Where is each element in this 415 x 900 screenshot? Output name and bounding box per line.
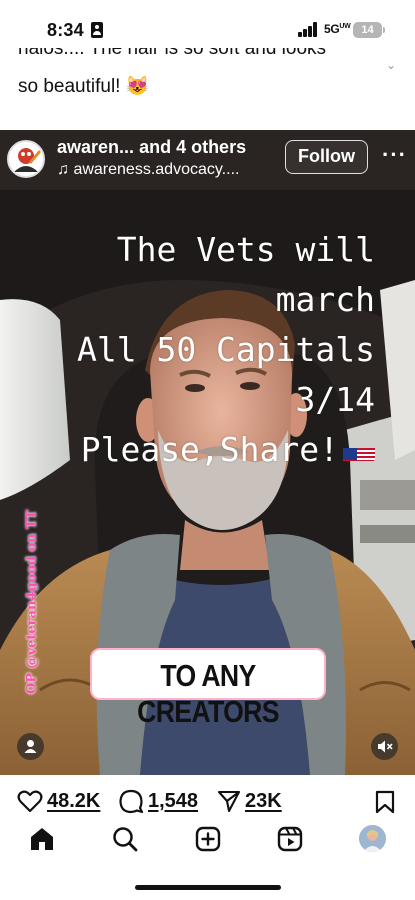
like-count[interactable]: 48.2K (47, 790, 100, 813)
tab-create[interactable] (194, 825, 222, 853)
overlay-line-5-text: Please,Share! (80, 430, 339, 469)
overlay-line-1: The Vets will (116, 230, 375, 269)
caption-sticker: TO ANY CREATORS (90, 648, 326, 729)
caption-top-line: halos.... The hair is so soft and looks (18, 48, 368, 72)
caption-sticker-part-1: TO ANY (160, 658, 256, 693)
tiktok-watermark: OP @veteran4good on TT (22, 482, 42, 722)
status-bar: 8:34 5GUW 14 (0, 0, 415, 52)
comment-icon[interactable] (118, 789, 144, 814)
battery-icon: 14 (353, 22, 382, 38)
search-icon[interactable] (111, 825, 139, 853)
share-action[interactable]: 23K (217, 788, 282, 814)
tab-search[interactable] (111, 825, 139, 853)
home-icon[interactable] (28, 825, 56, 853)
caption-text-partial: halos.... The hair is so soft and looks (18, 48, 327, 59)
network-label: 5G (324, 22, 340, 36)
reels-icon[interactable] (276, 825, 304, 853)
reel-header: awaren... and 4 others ♫ awareness.advoc… (0, 130, 415, 190)
watermark-text: OP @veteran4good on TT (24, 509, 40, 695)
focus-person-icon (91, 22, 103, 38)
speaker-muted-icon (378, 740, 393, 753)
heart-icon[interactable] (17, 789, 43, 813)
signal-icon (298, 22, 318, 37)
comment-action[interactable]: 1,548 (118, 788, 198, 814)
music-note-icon: ♫ (57, 161, 69, 178)
collaborators-link[interactable]: and 4 others (139, 137, 246, 157)
chevron-down-icon[interactable]: ⌄ (386, 58, 396, 72)
network-sup: UW (339, 23, 351, 30)
audio-line[interactable]: ♫ awareness.advocacy.... (57, 161, 239, 179)
bottom-tab-bar (0, 815, 415, 900)
send-icon[interactable] (217, 789, 241, 813)
battery-tip (383, 27, 385, 33)
reel-video[interactable]: awaren... and 4 others ♫ awareness.advoc… (0, 130, 415, 775)
author-line[interactable]: awaren... and 4 others (57, 137, 246, 158)
profile-photo (359, 825, 386, 852)
caption-text: so beautiful! 😻 (18, 76, 150, 97)
caption-sticker-text: TO ANY CREATORS (108, 658, 308, 730)
author-avatar-image (9, 142, 43, 176)
overlay-line-5: Please,Share! (81, 430, 375, 469)
person-tag-icon (24, 740, 37, 753)
tab-home[interactable] (28, 825, 56, 853)
comment-count[interactable]: 1,548 (148, 790, 198, 813)
tab-reels[interactable] (276, 825, 304, 853)
share-count[interactable]: 23K (245, 790, 282, 813)
audio-name[interactable]: awareness.advocacy.... (73, 161, 239, 178)
profile-avatar[interactable] (359, 825, 386, 852)
bookmark-icon[interactable] (374, 790, 396, 814)
status-time: 8:34 (47, 20, 84, 40)
tagged-people-button[interactable] (17, 733, 44, 760)
network-type: 5GUW (324, 22, 351, 36)
mute-button[interactable] (371, 733, 398, 760)
follow-button[interactable]: Follow (285, 140, 368, 174)
overlay-line-2: march (275, 280, 375, 319)
plus-square-icon[interactable] (194, 825, 222, 853)
overlay-line-3: All 50 Capitals (76, 330, 375, 369)
home-indicator (135, 885, 281, 890)
caption-sticker-part-2: CREATORS (137, 694, 279, 729)
author-avatar[interactable] (7, 140, 45, 178)
author-name[interactable]: awaren... (57, 137, 134, 157)
like-action[interactable]: 48.2K (17, 788, 100, 814)
more-options-icon[interactable]: ··· (382, 142, 407, 168)
us-flag-icon (343, 439, 375, 461)
overlay-line-4: 3/14 (295, 380, 375, 419)
